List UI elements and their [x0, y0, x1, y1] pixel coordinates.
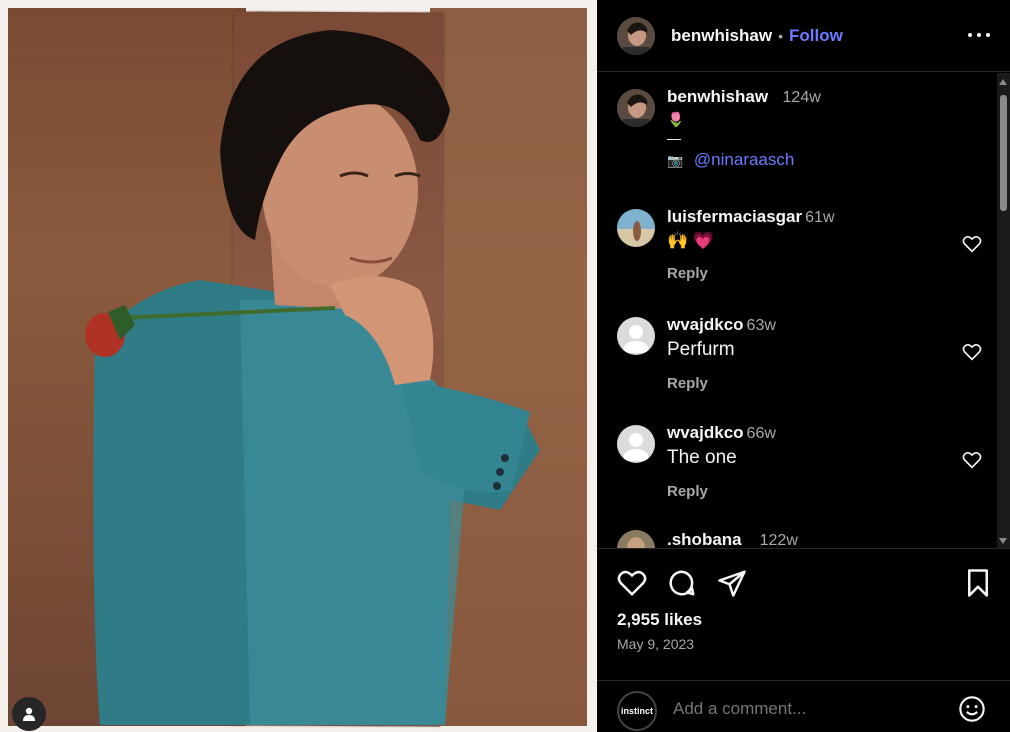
more-options-icon[interactable]: [968, 25, 990, 45]
save-bookmark-icon[interactable]: [965, 568, 991, 598]
post-date[interactable]: May 9, 2023: [617, 636, 694, 652]
caption-author-avatar[interactable]: [617, 89, 655, 127]
reply-button[interactable]: Reply: [667, 483, 776, 500]
author-username[interactable]: benwhishaw: [671, 26, 772, 46]
like-comment-icon[interactable]: [962, 451, 982, 469]
like-comment-icon[interactable]: [962, 343, 982, 361]
post-actions: 2,955 likes May 9, 2023 instinct: [597, 548, 1010, 732]
comment-item: luisfermaciasgar 61w 🙌 💗 Reply: [617, 207, 992, 287]
comment-item: .shobana 122w: [617, 530, 992, 548]
comments-scrollbar[interactable]: [997, 73, 1010, 548]
post-media[interactable]: [0, 0, 597, 732]
comment-username[interactable]: .shobana: [667, 530, 742, 548]
likes-count[interactable]: 2,955 likes: [617, 610, 702, 630]
comment-text: The one: [667, 447, 737, 468]
reply-button[interactable]: Reply: [667, 265, 835, 282]
scroll-down-arrow-icon[interactable]: [999, 538, 1007, 544]
scroll-thumb[interactable]: [1000, 95, 1007, 211]
comment-username[interactable]: wvajdkco: [667, 423, 744, 442]
comment-time[interactable]: 122w: [760, 532, 798, 548]
comment-text: Perfurm: [667, 339, 735, 360]
share-send-icon[interactable]: [717, 568, 747, 598]
default-avatar-icon[interactable]: [617, 317, 655, 355]
comments-list[interactable]: benwhishaw 124w 🌷 — 📷 @ninaraasch luisfe…: [597, 73, 1010, 548]
comment-text: 🙌 💗: [667, 231, 715, 250]
commenter-avatar[interactable]: [617, 209, 655, 247]
user-tag-icon[interactable]: [12, 697, 46, 731]
caption-time[interactable]: 124w: [783, 89, 821, 106]
follow-button[interactable]: Follow: [789, 26, 843, 46]
reply-button[interactable]: Reply: [667, 375, 776, 392]
comment-item: wvajdkco 66w The one Reply: [617, 423, 992, 503]
comment-composer: instinct: [597, 680, 1010, 732]
comment-time[interactable]: 61w: [805, 209, 834, 226]
comment-time[interactable]: 66w: [747, 425, 776, 442]
caption-emoji: 🌷: [667, 111, 685, 127]
comment-item: wvajdkco 63w Perfurm Reply: [617, 315, 992, 395]
scroll-up-arrow-icon[interactable]: [999, 79, 1007, 85]
post-details-panel: benwhishaw • Follow benwhishaw 124w 🌷 — …: [597, 0, 1010, 732]
comment-username[interactable]: wvajdkco: [667, 315, 744, 334]
like-heart-icon[interactable]: [617, 569, 647, 597]
comment-bubble-icon[interactable]: [667, 568, 697, 598]
caption-dash: —: [667, 130, 681, 146]
camera-icon: 📷: [667, 153, 684, 168]
default-avatar-icon[interactable]: [617, 425, 655, 463]
composer-avatar[interactable]: instinct: [617, 691, 657, 731]
add-comment-input[interactable]: [673, 699, 943, 719]
comment-time[interactable]: 63w: [747, 317, 776, 334]
commenter-avatar[interactable]: [617, 530, 655, 548]
post-header: benwhishaw • Follow: [597, 0, 1010, 72]
comment-username[interactable]: luisfermaciasgar: [667, 207, 802, 226]
caption: benwhishaw 124w 🌷 — 📷 @ninaraasch: [617, 87, 992, 187]
caption-mention[interactable]: @ninaraasch: [694, 150, 794, 169]
like-comment-icon[interactable]: [962, 235, 982, 253]
author-avatar[interactable]: [617, 16, 655, 55]
caption-username[interactable]: benwhishaw: [667, 87, 768, 106]
separator-dot: •: [778, 27, 783, 44]
emoji-icon[interactable]: [958, 695, 986, 723]
portrait-illustration: [85, 30, 540, 725]
